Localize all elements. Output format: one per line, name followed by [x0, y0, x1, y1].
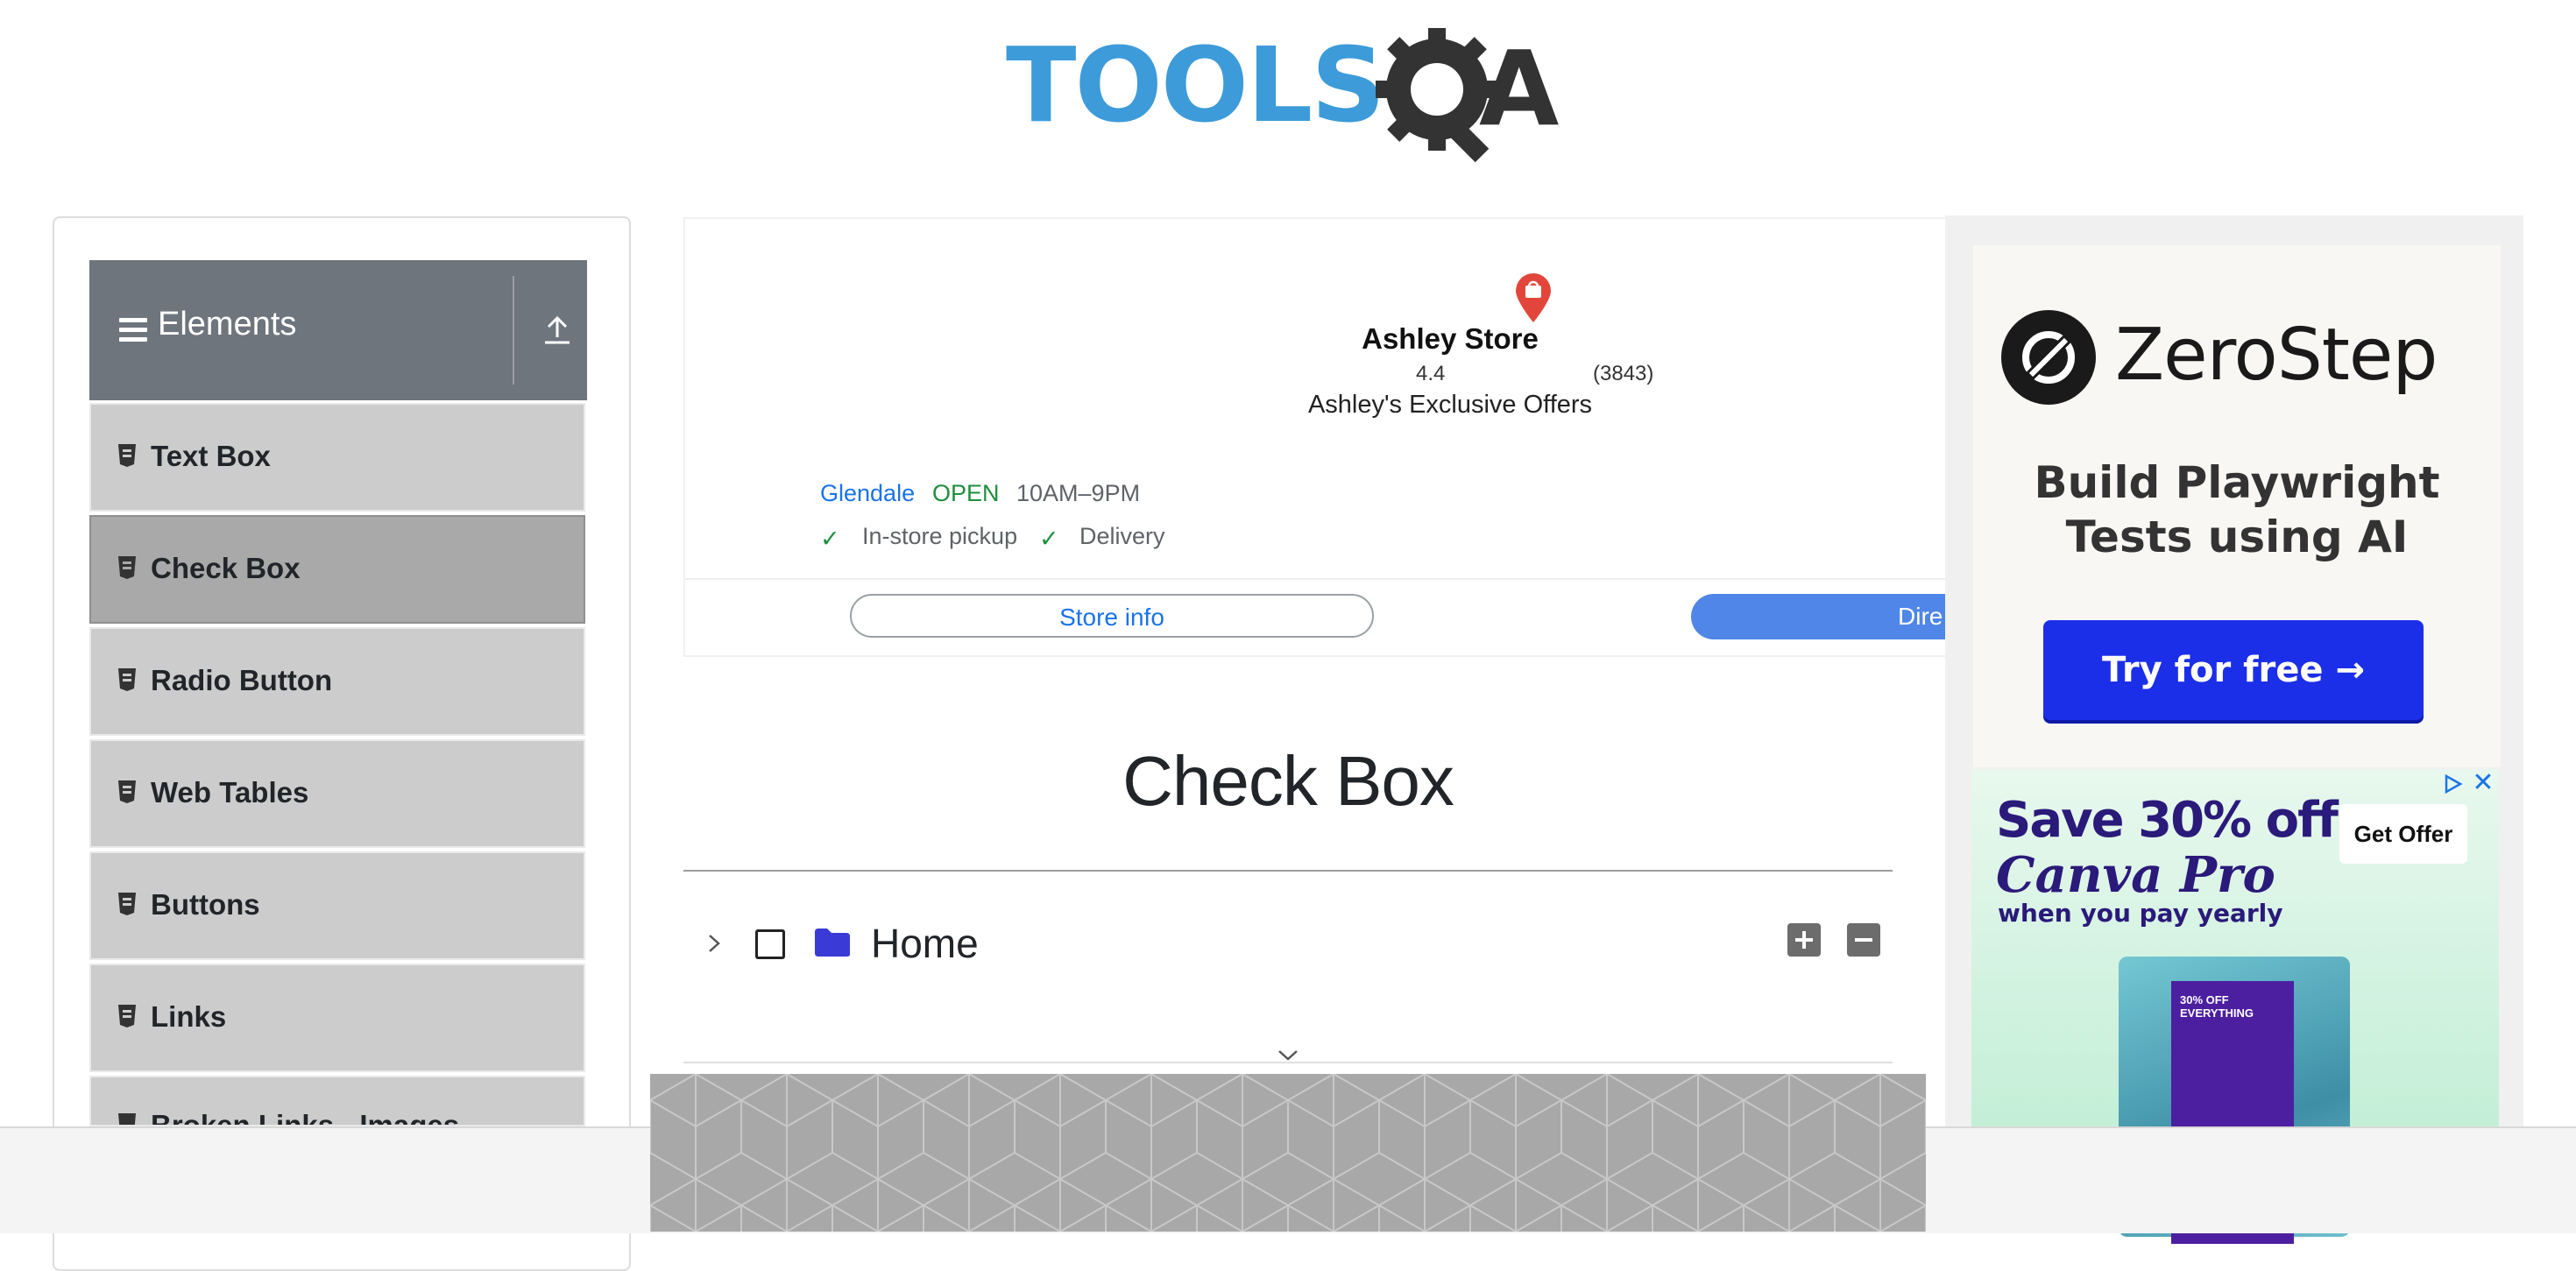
- html5-doc-icon: [118, 1005, 136, 1027]
- store-name: Ashley Store: [1362, 322, 1539, 355]
- store-pickup: In-store pickup: [862, 523, 1018, 549]
- folder-icon: [815, 929, 850, 957]
- zerostep-logo-icon: [2001, 310, 2096, 405]
- page-title: Check Box: [1122, 742, 1454, 820]
- sidebar-item-text-box[interactable]: Text Box: [89, 403, 585, 512]
- sidebar-item-label: Text Box: [151, 440, 271, 472]
- close-icon[interactable]: ✕: [2469, 769, 2497, 797]
- store-offers: Ashley's Exclusive Offers: [1307, 391, 1593, 419]
- html5-doc-icon: [118, 668, 136, 691]
- zerostep-brand: ZeroStep: [2115, 314, 2438, 397]
- canva-headline: Save 30% off: [1996, 792, 2339, 849]
- sidebar-item-label: Check Box: [151, 552, 301, 584]
- divider: [685, 578, 1947, 580]
- tree-node-label[interactable]: Home: [871, 920, 979, 967]
- sidebar-item-label: Radio Button: [151, 664, 333, 696]
- logo-letter: A: [1479, 28, 1560, 149]
- store-ad[interactable]: Ashley Store 4.4 (3843) Ashley's Exclusi…: [683, 217, 1949, 657]
- check-icon: ✓: [820, 526, 840, 552]
- sidebar-item-label: Links: [151, 1000, 227, 1033]
- html5-doc-icon: [118, 1113, 136, 1125]
- store-city-link[interactable]: Glendale: [820, 480, 915, 507]
- html5-doc-icon: [118, 556, 136, 579]
- map-pin-icon: [1516, 273, 1551, 322]
- toolsqa-logo[interactable]: TOOLS A: [1006, 26, 1575, 166]
- sidebar-group-elements[interactable]: Elements: [89, 260, 587, 400]
- html5-doc-icon: [118, 893, 136, 915]
- sidebar-item-buttons[interactable]: Buttons: [89, 851, 585, 960]
- store-review-count: (3843): [1593, 362, 1654, 385]
- sidebar-item-label: Web Tables: [151, 776, 309, 808]
- check-icon: ✓: [1039, 526, 1059, 552]
- directions-button[interactable]: Dire: [1691, 594, 1947, 639]
- sidebar-item-label: Broken Links - Images: [151, 1109, 460, 1126]
- header-divider: [513, 276, 514, 385]
- ad-choices-icon[interactable]: [2441, 773, 2464, 795]
- sidebar-item-label: Buttons: [151, 888, 260, 921]
- get-offer-button[interactable]: Get Offer: [2339, 804, 2467, 864]
- canva-brand: Canva Pro: [1996, 846, 2275, 904]
- html5-doc-icon: [118, 444, 136, 467]
- try-for-free-button[interactable]: Try for free →: [2043, 620, 2424, 720]
- sidebar-item-radio-button[interactable]: Radio Button: [89, 627, 585, 736]
- sidebar-group-title: Elements: [158, 306, 297, 342]
- chevron-down-icon: [1278, 1050, 1298, 1061]
- home-checkbox[interactable]: [755, 929, 785, 959]
- store-hours: 10AM–9PM: [1016, 480, 1141, 506]
- bottom-banner-ad[interactable]: [650, 1074, 1926, 1232]
- title-divider: [683, 870, 1893, 872]
- store-open-status: OPEN: [932, 480, 1000, 506]
- chevron-right-icon[interactable]: [703, 930, 725, 957]
- upload-arrow-icon[interactable]: [538, 311, 577, 350]
- zerostep-tagline: Build Playwright Tests using AI: [2034, 457, 2440, 562]
- store-delivery: Delivery: [1079, 523, 1165, 549]
- minus-square-icon[interactable]: [1847, 923, 1880, 957]
- store-info-button[interactable]: Store info: [850, 594, 1374, 638]
- sidebar-item-web-tables[interactable]: Web Tables: [89, 739, 585, 848]
- plus-square-icon[interactable]: [1787, 923, 1821, 957]
- canva-poster-text: 30% OFF EVERYTHING: [2180, 993, 2254, 1020]
- store-rating: 4.4: [1416, 362, 1446, 385]
- hamburger-icon: [119, 318, 147, 342]
- cube-pattern-image: [650, 1074, 1926, 1232]
- canva-subline: when you pay yearly: [1998, 899, 2283, 928]
- sidebar-item-links[interactable]: Links: [89, 964, 585, 1072]
- sidebar-item-check-box[interactable]: Check Box: [89, 515, 585, 624]
- html5-doc-icon: [118, 780, 136, 803]
- logo-text: TOOLS: [1006, 25, 1385, 145]
- sidebar-item-broken-links[interactable]: Broken Links - Images: [89, 1076, 585, 1126]
